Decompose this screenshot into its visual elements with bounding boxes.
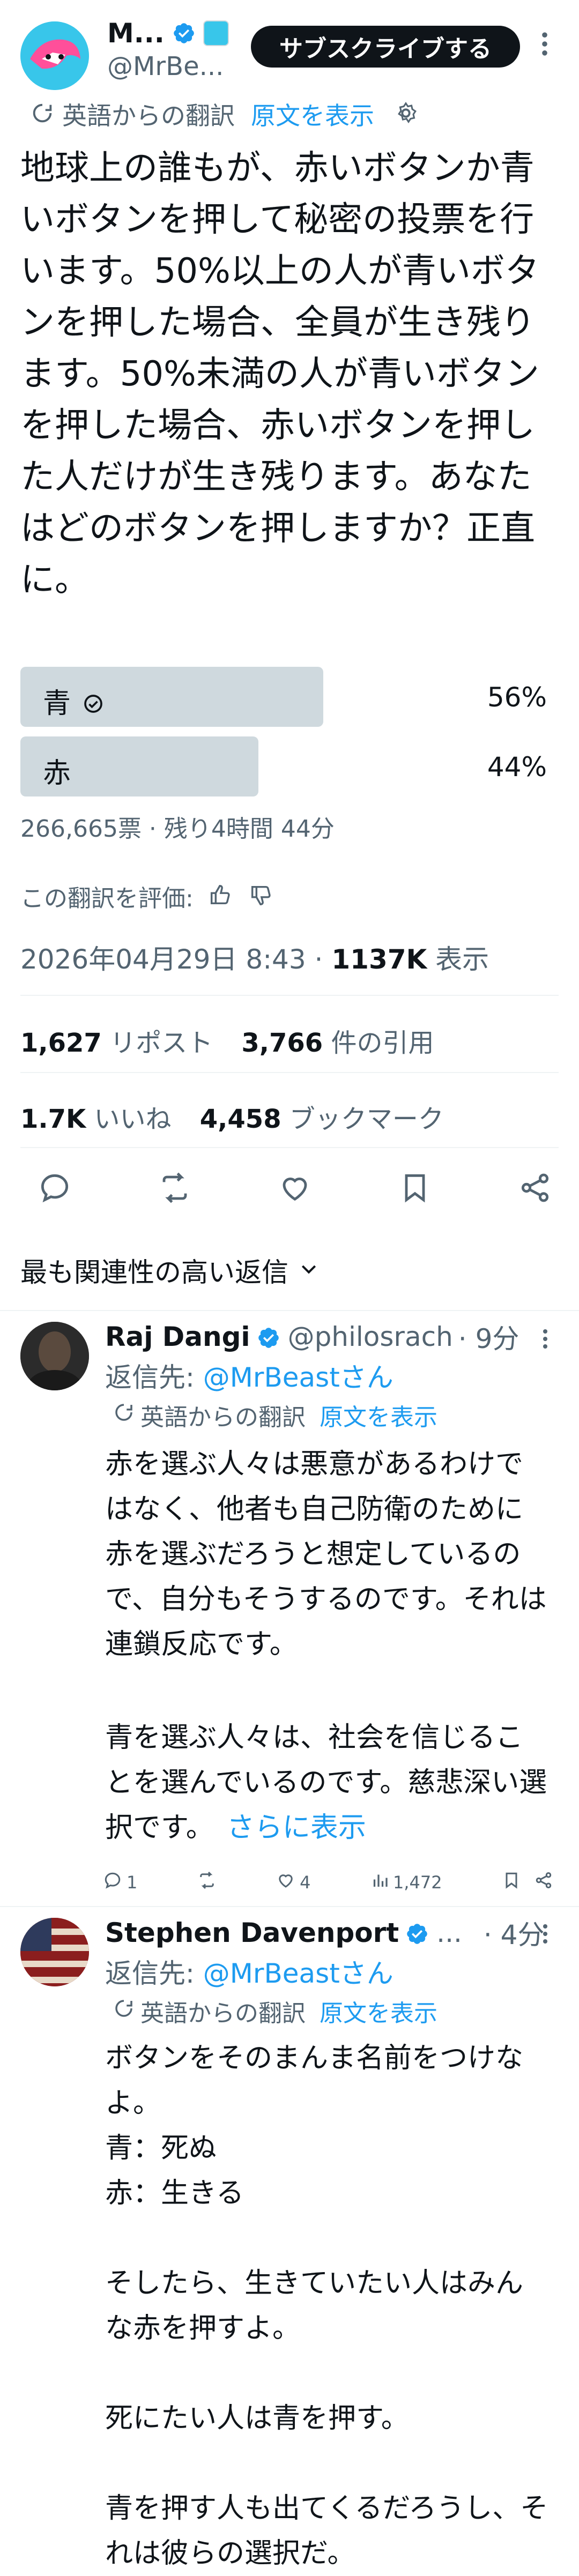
- reply-line: 青：死ぬ: [105, 2132, 217, 2164]
- reply-to-prefix: 返信先:: [105, 1958, 203, 1989]
- bookmarks-label[interactable]: ブックマーク: [281, 1104, 444, 1134]
- engagement-row-1: 1,627 リポスト 3,766 件の引用: [20, 1022, 434, 1059]
- reply-to-link[interactable]: @MrBeastさん: [203, 1958, 394, 1989]
- thumbs-up-icon[interactable]: [207, 883, 234, 910]
- reply-avatar[interactable]: [20, 1918, 89, 1986]
- likes-label[interactable]: いいね: [86, 1104, 171, 1134]
- verified-badge-icon: [172, 21, 196, 45]
- reply-action-bar: 1 4 1,472: [103, 1871, 553, 1894]
- reply-author-name[interactable]: Stephen Davenport: [105, 1917, 399, 1948]
- translate-icon: [113, 1997, 135, 2026]
- reposts-count[interactable]: 1,627: [20, 1028, 102, 1058]
- reply-line: [105, 2351, 550, 2396]
- poll-option-percent: 56%: [487, 682, 547, 713]
- reply-reply-button[interactable]: 1: [103, 1871, 137, 1894]
- reply-to-link[interactable]: @MrBeastさん: [203, 1362, 394, 1393]
- reply-icon[interactable]: [38, 1171, 72, 1207]
- reply-count: 1: [127, 1872, 138, 1893]
- divider: [0, 1310, 579, 1311]
- subscribe-button[interactable]: サブスクライブする: [251, 26, 520, 68]
- thumbs-down-icon[interactable]: [248, 883, 275, 910]
- reply-text: 赤を選ぶ人々は悪意があるわけではなく、他者も自己防衛のために赤を選ぶだろうと想定…: [105, 1448, 547, 1661]
- author-avatar[interactable]: [20, 21, 89, 90]
- views-count: 1,472: [392, 1872, 442, 1893]
- show-original-link[interactable]: 原文を表示: [320, 1994, 437, 2028]
- repost-icon[interactable]: [158, 1171, 192, 1207]
- reply-like-button[interactable]: 4: [276, 1871, 311, 1894]
- verified-badge-icon: [405, 1921, 429, 1945]
- reply-repost-button[interactable]: [197, 1871, 217, 1894]
- more-options-icon[interactable]: [541, 31, 554, 63]
- translation-settings-icon[interactable]: [394, 101, 420, 128]
- reply-time[interactable]: · 9分: [458, 1317, 519, 1356]
- translate-icon: [30, 101, 57, 128]
- show-more-link[interactable]: さらに表示: [227, 1812, 366, 1844]
- repost-icon: [197, 1871, 217, 1894]
- share-icon[interactable]: [534, 1871, 553, 1894]
- reposts-label[interactable]: リポスト: [102, 1028, 213, 1058]
- like-icon: [276, 1871, 295, 1894]
- divider: [20, 1147, 559, 1148]
- tweet-text: 地球上の誰もが、赤いボタンか青いボタンを押して秘密の投票を行います。50%以上の…: [20, 148, 539, 600]
- author-name[interactable]: M...: [107, 18, 165, 49]
- reply-line: ボタンをそのまんま名前をつけなよ。: [105, 2042, 524, 2119]
- reply-line: 死にたい人は青を押す。: [105, 2402, 409, 2434]
- poll-meta: 266,665票 · 残り4時間 44分: [20, 815, 335, 843]
- reply-author-handle[interactable]: ...: [436, 1917, 462, 1948]
- action-bar: [38, 1171, 552, 1207]
- like-count: 4: [300, 1872, 311, 1893]
- reply-avatar[interactable]: [20, 1322, 89, 1390]
- reply-time[interactable]: · 4分: [484, 1914, 545, 1952]
- reply-line: 赤：生きる: [105, 2177, 244, 2209]
- views-icon: [370, 1871, 390, 1894]
- reply-author-name[interactable]: Raj Dangi: [105, 1321, 250, 1352]
- like-icon[interactable]: [278, 1171, 312, 1207]
- reply-to-prefix: 返信先:: [105, 1362, 203, 1393]
- reply-views-button[interactable]: 1,472: [370, 1871, 442, 1894]
- views-count: 1137K: [331, 944, 427, 975]
- translation-label: 英語からの翻訳: [62, 101, 235, 130]
- rate-translation-label: この翻訳を評価:: [20, 885, 194, 912]
- bookmarks-count[interactable]: 4,458: [200, 1104, 281, 1134]
- bookmark-icon[interactable]: [502, 1871, 521, 1894]
- author-handle[interactable]: @MrBe...: [107, 51, 224, 81]
- more-options-icon[interactable]: [543, 1328, 548, 1352]
- show-original-link[interactable]: 原文を表示: [251, 96, 374, 132]
- chevron-down-icon: [298, 1255, 320, 1286]
- reply-line: 青を押す人も出てくるだろうし、それは彼らの選択だ。: [105, 2492, 548, 2570]
- divider: [20, 995, 559, 996]
- check-circle-icon: [83, 689, 106, 713]
- reply-icon: [103, 1871, 122, 1894]
- likes-count[interactable]: 1.7K: [20, 1104, 86, 1134]
- share-icon[interactable]: [518, 1171, 552, 1207]
- translation-label: 英語からの翻訳: [140, 1404, 306, 1431]
- translation-label: 英語からの翻訳: [140, 2000, 306, 2027]
- engagement-row-2: 1.7K いいね 4,458 ブックマーク: [20, 1098, 444, 1135]
- quotes-count[interactable]: 3,766: [241, 1028, 323, 1058]
- reply-line: そしたら、生きていたい人はみんな赤を押すよ。: [105, 2267, 524, 2344]
- show-original-link[interactable]: 原文を表示: [320, 1398, 437, 1432]
- verified-badge-icon: [257, 1325, 280, 1349]
- divider: [0, 1906, 579, 1907]
- poll-option-label: 青: [43, 688, 71, 720]
- quotes-label[interactable]: 件の引用: [323, 1028, 434, 1058]
- more-options-icon[interactable]: [543, 1923, 548, 1947]
- reply-line: [105, 2441, 550, 2486]
- views-label: 表示: [427, 944, 489, 975]
- translate-icon: [113, 1401, 135, 1430]
- reply-author-handle[interactable]: @philosrach: [288, 1321, 453, 1352]
- reply-text: ボタンをそのまんま名前をつけなよ。 青：死ぬ 赤：生きる そしたら、生きていたい…: [105, 2036, 550, 2576]
- poll-option-percent: 44%: [487, 751, 547, 783]
- tweet-timestamp[interactable]: 2026年04月29日 8:43 ·: [20, 944, 331, 975]
- affiliate-badge-icon: [203, 20, 229, 46]
- divider: [20, 1072, 559, 1073]
- reply-line: [105, 2216, 550, 2261]
- replies-sort-label: 最も関連性の高い返信: [20, 1257, 288, 1288]
- replies-sort-dropdown[interactable]: 最も関連性の高い返信: [20, 1251, 320, 1290]
- poll-option-label: 赤: [43, 757, 71, 790]
- bookmark-icon[interactable]: [398, 1171, 432, 1207]
